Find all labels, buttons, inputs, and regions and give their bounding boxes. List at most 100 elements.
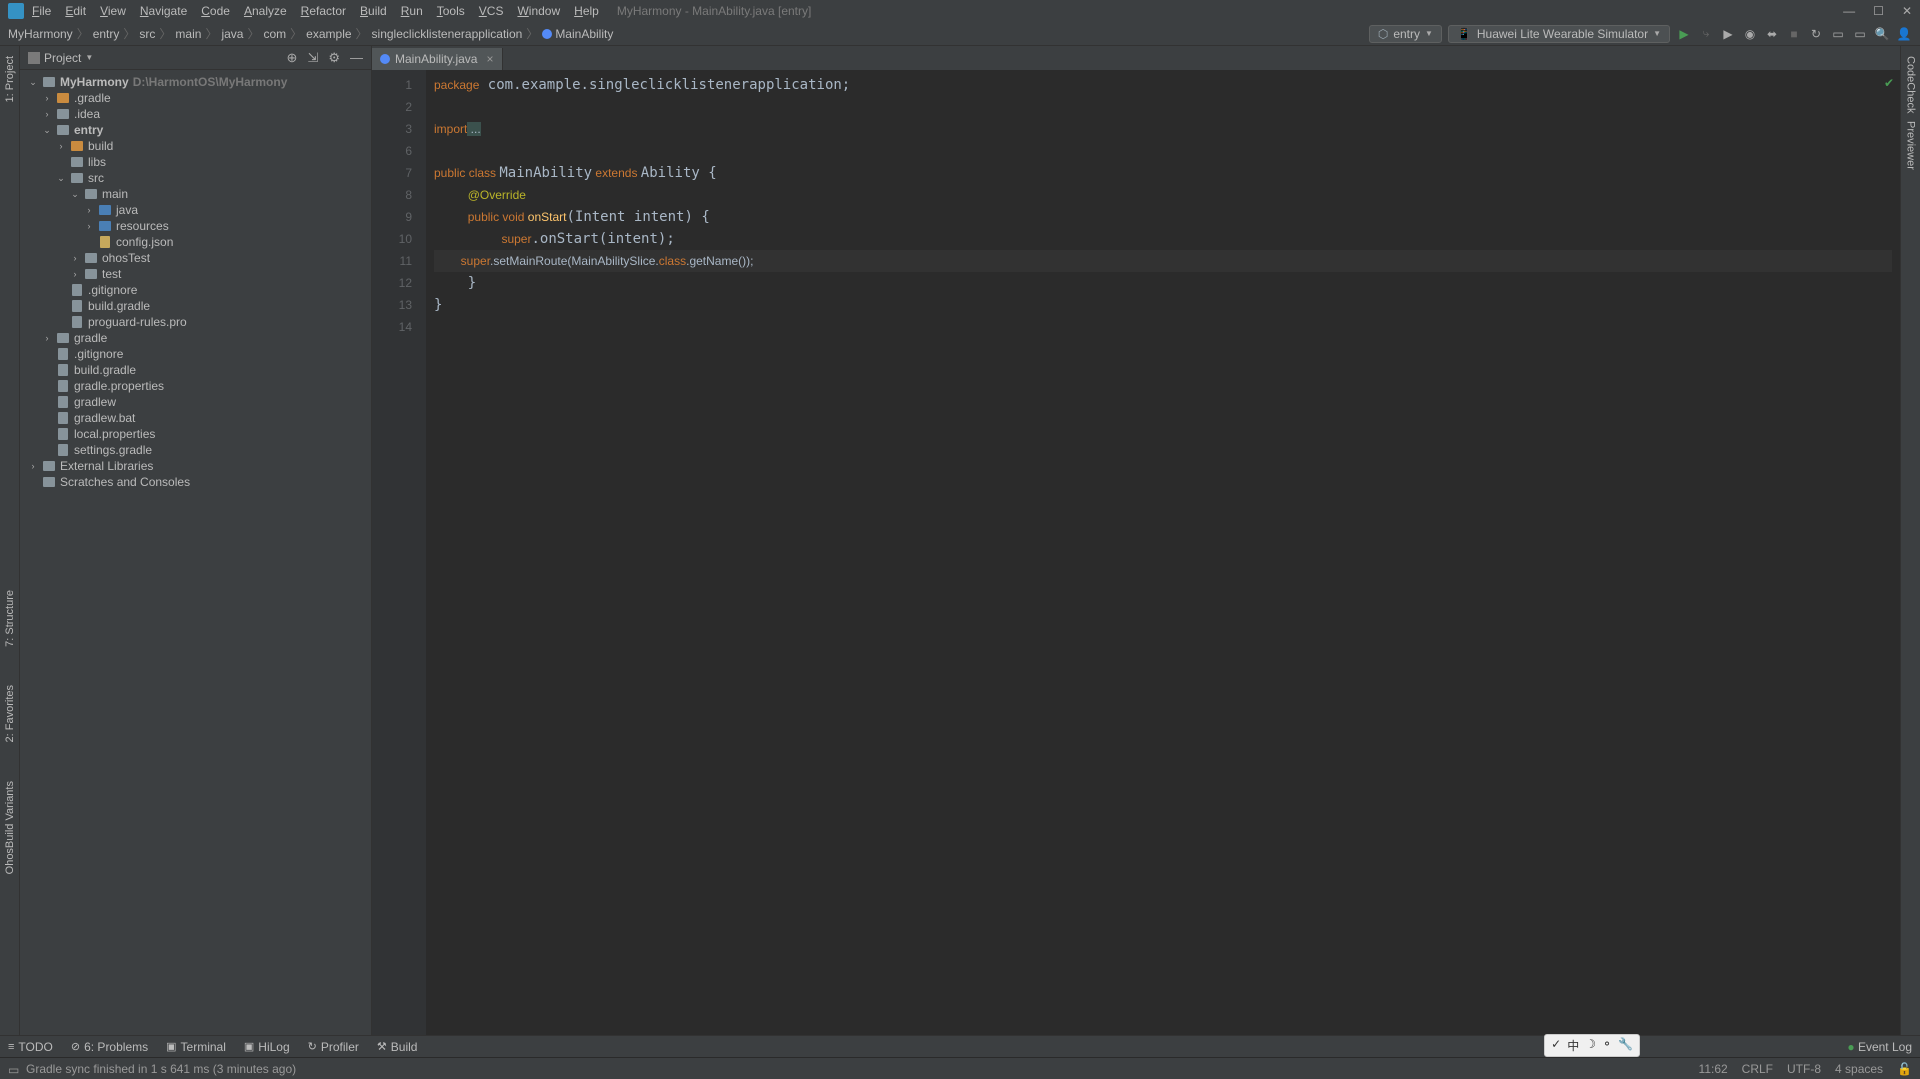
expand-all-icon[interactable]: ⇲	[307, 50, 318, 66]
tree-item--gradle[interactable]: ›.gradle	[20, 90, 371, 106]
tree-item-gradlew[interactable]: gradlew	[20, 394, 371, 410]
hide-panel-icon[interactable]: —	[350, 50, 363, 66]
sdk-button[interactable]: ▭	[1852, 26, 1868, 42]
code-content[interactable]: package com.example.singleclicklistenera…	[426, 70, 1900, 1035]
tree-item-build-gradle[interactable]: build.gradle	[20, 362, 371, 378]
minimize-button[interactable]: —	[1843, 4, 1855, 18]
menu-build[interactable]: Build	[360, 4, 387, 18]
ime-button-0[interactable]: ✓	[1551, 1037, 1561, 1054]
project-view-selector[interactable]: Project ▼	[28, 51, 93, 65]
stop-button[interactable]: ■	[1786, 26, 1802, 42]
previewer-tool-tab[interactable]: Previewer	[1904, 117, 1918, 174]
bottom-tab-profiler[interactable]: ↻Profiler	[308, 1040, 359, 1054]
caret-position[interactable]: 11:62	[1699, 1062, 1728, 1076]
avd-button[interactable]: ▭	[1830, 26, 1846, 42]
breadcrumb-example[interactable]: example	[306, 27, 351, 41]
code-editor[interactable]: 12367891011121314 package com.example.si…	[372, 70, 1900, 1035]
breadcrumb-com[interactable]: com	[263, 27, 286, 41]
tree-item-java[interactable]: ›java	[20, 202, 371, 218]
tab-mainability[interactable]: MainAbility.java ×	[372, 48, 503, 70]
menu-analyze[interactable]: Analyze	[244, 4, 287, 18]
profile-button[interactable]: ◉	[1742, 26, 1758, 42]
search-button[interactable]: 🔍	[1874, 26, 1890, 42]
breadcrumb-src[interactable]: src	[139, 27, 155, 41]
menu-code[interactable]: Code	[201, 4, 230, 18]
build-variants-tool-tab[interactable]: OhosBuild Variants	[3, 777, 17, 878]
sync-button[interactable]: ↻	[1808, 26, 1824, 42]
device-selector[interactable]: 📱 Huawei Lite Wearable Simulator ▼	[1448, 25, 1670, 43]
bottom-tab-build[interactable]: ⚒Build	[377, 1040, 418, 1054]
tree-item-main[interactable]: ⌄main	[20, 186, 371, 202]
menu-vcs[interactable]: VCS	[479, 4, 504, 18]
menu-file[interactable]: File	[32, 4, 51, 18]
menu-edit[interactable]: Edit	[65, 4, 86, 18]
project-tool-tab[interactable]: 1: Project	[3, 52, 17, 106]
tree-item--gitignore[interactable]: .gitignore	[20, 346, 371, 362]
tree-item--gitignore[interactable]: .gitignore	[20, 282, 371, 298]
ime-button-4[interactable]: 🔧	[1618, 1037, 1633, 1054]
read-lock-icon[interactable]: 🔓	[1897, 1062, 1912, 1076]
tree-item-settings-gradle[interactable]: settings.gradle	[20, 442, 371, 458]
help-button[interactable]: 👤	[1896, 26, 1912, 42]
menu-view[interactable]: View	[100, 4, 126, 18]
tree-item-proguard-rules-pro[interactable]: proguard-rules.pro	[20, 314, 371, 330]
tree-item-scratches-and-consoles[interactable]: Scratches and Consoles	[20, 474, 371, 490]
tree-item-resources[interactable]: ›resources	[20, 218, 371, 234]
tree-item-external-libraries[interactable]: ›External Libraries	[20, 458, 371, 474]
run-button[interactable]: ▶	[1676, 26, 1692, 42]
bottom-tab-todo[interactable]: ≡TODO	[8, 1040, 53, 1054]
menu-window[interactable]: Window	[517, 4, 560, 18]
tree-item-src[interactable]: ⌄src	[20, 170, 371, 186]
breadcrumb-java[interactable]: java	[221, 27, 243, 41]
menu-help[interactable]: Help	[574, 4, 599, 18]
tree-item-build-gradle[interactable]: build.gradle	[20, 298, 371, 314]
settings-icon[interactable]: ⚙	[328, 50, 340, 66]
bottom-tab-hilog[interactable]: ▣HiLog	[244, 1040, 290, 1054]
breadcrumb-singleclicklistenerapplication[interactable]: singleclicklistenerapplication	[372, 27, 523, 41]
module-selector[interactable]: ⬡ entry ▼	[1369, 25, 1442, 43]
coverage-button[interactable]: ▶	[1720, 26, 1736, 42]
menu-tools[interactable]: Tools	[437, 4, 465, 18]
file-encoding[interactable]: UTF-8	[1787, 1062, 1821, 1076]
breadcrumb-main[interactable]: main	[175, 27, 201, 41]
ime-toolbar[interactable]: ✓ 中 ☽ ⚬ 🔧	[1544, 1034, 1640, 1057]
breadcrumb-mainability[interactable]: MainAbility	[542, 27, 613, 41]
status-icon: ▭	[8, 1063, 20, 1075]
attach-debugger-button[interactable]: ⬌	[1764, 26, 1780, 42]
tree-item-myharmony[interactable]: ⌄MyHarmonyD:\HarmontOS\MyHarmony	[20, 74, 371, 90]
tree-item-local-properties[interactable]: local.properties	[20, 426, 371, 442]
ime-button-3[interactable]: ⚬	[1602, 1037, 1612, 1054]
menu-refactor[interactable]: Refactor	[301, 4, 346, 18]
indent-setting[interactable]: 4 spaces	[1835, 1062, 1883, 1076]
project-tree[interactable]: ⌄MyHarmonyD:\HarmontOS\MyHarmony›.gradle…	[20, 70, 371, 1035]
inspection-ok-icon: ✔	[1884, 76, 1894, 90]
tree-item-test[interactable]: ›test	[20, 266, 371, 282]
ime-button-1[interactable]: 中	[1567, 1037, 1579, 1054]
structure-tool-tab[interactable]: 7: Structure	[3, 586, 17, 651]
select-opened-file-icon[interactable]: ⊕	[287, 50, 298, 66]
favorites-tool-tab[interactable]: 2: Favorites	[3, 681, 17, 746]
maximize-button[interactable]: ☐	[1873, 4, 1884, 18]
menu-run[interactable]: Run	[401, 4, 423, 18]
tree-item-build[interactable]: ›build	[20, 138, 371, 154]
tree-item-gradlew-bat[interactable]: gradlew.bat	[20, 410, 371, 426]
tree-item-ohostest[interactable]: ›ohosTest	[20, 250, 371, 266]
close-button[interactable]: ✕	[1902, 4, 1912, 18]
debug-button[interactable]: ⤷	[1698, 26, 1714, 42]
close-tab-icon[interactable]: ×	[486, 52, 493, 66]
tree-item--idea[interactable]: ›.idea	[20, 106, 371, 122]
bottom-tab-terminal[interactable]: ▣Terminal	[166, 1040, 226, 1054]
breadcrumb-entry[interactable]: entry	[93, 27, 120, 41]
event-log-tab[interactable]: Event Log	[1847, 1040, 1912, 1054]
tree-item-config-json[interactable]: config.json	[20, 234, 371, 250]
tree-item-libs[interactable]: libs	[20, 154, 371, 170]
tree-item-entry[interactable]: ⌄entry	[20, 122, 371, 138]
line-ending[interactable]: CRLF	[1742, 1062, 1773, 1076]
tree-item-gradle[interactable]: ›gradle	[20, 330, 371, 346]
breadcrumb-myharmony[interactable]: MyHarmony	[8, 27, 73, 41]
ime-button-2[interactable]: ☽	[1585, 1037, 1596, 1054]
codecheck-tool-tab[interactable]: CodeCheck	[1904, 52, 1918, 117]
menu-navigate[interactable]: Navigate	[140, 4, 187, 18]
tree-item-gradle-properties[interactable]: gradle.properties	[20, 378, 371, 394]
bottom-tab-6--problems[interactable]: ⊘6: Problems	[71, 1040, 148, 1054]
